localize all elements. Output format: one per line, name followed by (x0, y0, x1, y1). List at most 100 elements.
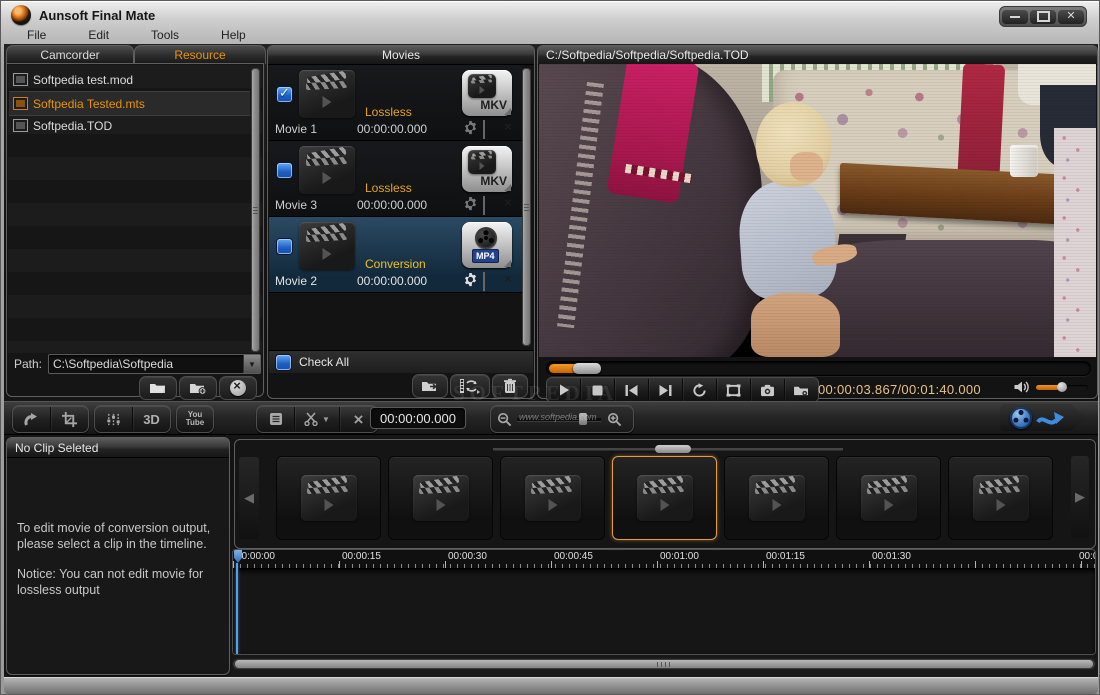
menu-file[interactable]: File (19, 27, 54, 43)
timeline-clip[interactable] (500, 456, 605, 540)
remove-movie-icon[interactable] (501, 121, 517, 136)
close-button[interactable]: ✕ (1058, 9, 1084, 24)
convert-movie-button[interactable] (450, 374, 490, 398)
split-button[interactable]: ▼ (295, 407, 340, 431)
fullscreen-button[interactable] (717, 379, 751, 401)
crop-icon (62, 412, 77, 427)
zoom-out-icon (497, 412, 512, 427)
movies-scrollbar[interactable] (522, 68, 531, 346)
timeline-clip[interactable] (836, 456, 941, 540)
path-label: Path: (14, 357, 42, 371)
3d-button[interactable]: 3D (133, 407, 170, 431)
volume-knob[interactable] (1057, 382, 1067, 392)
seek-handle[interactable] (573, 363, 601, 374)
remove-movie-icon[interactable] (501, 197, 517, 212)
adjust-button[interactable] (95, 407, 133, 431)
snapshot-folder-icon (793, 384, 810, 397)
stop-button[interactable] (581, 379, 615, 401)
format-badge-mkv[interactable]: MKV (462, 70, 512, 116)
tab-camcorder[interactable]: Camcorder (6, 45, 134, 64)
format-badge-mp4[interactable]: MP4 (462, 222, 512, 268)
playhead-line[interactable] (236, 563, 238, 654)
remove-file-button[interactable] (219, 376, 257, 400)
file-row[interactable]: Softpedia test.mod (9, 68, 250, 91)
play-button[interactable] (547, 379, 581, 401)
timeline-clip-selected[interactable] (612, 456, 717, 540)
application-window: Aunsoft Final Mate ✕ File Edit Tools Hel… (0, 0, 1100, 695)
path-dropdown-arrow[interactable]: ▼ (243, 355, 260, 373)
film-reel-icon (1010, 407, 1032, 429)
maximize-button[interactable] (1030, 9, 1056, 24)
timeline-clip[interactable] (388, 456, 493, 540)
youtube-button[interactable]: YouTube (176, 405, 214, 433)
menu-edit[interactable]: Edit (80, 27, 117, 43)
format-badge-mkv[interactable]: MKV (462, 146, 512, 192)
seek-bar[interactable] (546, 361, 1091, 376)
snapshot-button[interactable] (751, 379, 785, 401)
scroll-right-button[interactable]: ▶ (1071, 456, 1089, 538)
settings-gear-icon[interactable] (463, 272, 479, 287)
add-folder-button[interactable] (179, 376, 217, 400)
copy-icon[interactable] (483, 273, 499, 288)
next-frame-button[interactable] (649, 379, 683, 401)
timeline-clip[interactable] (724, 456, 829, 540)
window-controls: ✕ (999, 6, 1087, 27)
file-row[interactable]: Softpedia.TOD (9, 114, 250, 137)
tab-resource[interactable]: Resource (134, 45, 266, 64)
timeline-area: ◀ ▶ 00:00:00 00:00:15 00:00:30 00:00:45 … (230, 437, 1098, 675)
file-list-scrollbar[interactable] (251, 68, 260, 352)
export-button[interactable] (1000, 404, 1086, 431)
clapperboard-icon (973, 475, 1029, 521)
volume-slider[interactable] (1036, 385, 1088, 390)
clapperboard-icon (861, 475, 917, 521)
settings-gear-icon[interactable] (463, 120, 479, 135)
loop-button[interactable] (683, 379, 717, 401)
movie-row-2[interactable]: Lossless Movie 3 00:00:00.000 MKV (269, 141, 522, 217)
crop-button[interactable] (51, 407, 88, 431)
movie-row-1[interactable]: Lossless Movie 1 00:00:00.000 MKV (269, 65, 522, 141)
video-scanlines (539, 64, 1096, 357)
rotate-button[interactable] (13, 407, 51, 431)
source-panel: Camcorder Resource Softpedia test.mod So… (6, 45, 264, 397)
zoom-out-button[interactable] (491, 407, 517, 431)
file-row-selected[interactable]: Softpedia Tested.mts (9, 91, 250, 116)
menu-tools[interactable]: Tools (143, 27, 187, 43)
zoom-group: www.softpedia.com (490, 405, 634, 433)
scroll-left-button[interactable]: ◀ (239, 457, 259, 539)
clip-editor-title: No Clip Seleted (15, 441, 98, 455)
clip-list-button[interactable] (257, 407, 295, 431)
zoom-in-button[interactable] (601, 407, 627, 431)
settings-gear-icon[interactable] (463, 196, 479, 211)
minimize-button[interactable] (1002, 9, 1028, 24)
movie-checkbox-checked[interactable] (277, 87, 292, 102)
copy-icon[interactable] (483, 197, 499, 212)
menu-help[interactable]: Help (213, 27, 254, 43)
movie-thumbnail-clapperboard-icon[interactable] (299, 146, 355, 194)
previous-frame-button[interactable] (615, 379, 649, 401)
zoom-slider[interactable]: www.softpedia.com (517, 410, 601, 428)
export-movie-button[interactable] (412, 374, 448, 398)
timeline-clip[interactable] (276, 456, 381, 540)
open-folder-button[interactable] (139, 376, 177, 400)
chevron-down-icon: ▼ (322, 415, 330, 424)
movie-name: Movie 2 (275, 274, 317, 288)
snapshot-folder-button[interactable] (785, 379, 818, 401)
timeline-clip[interactable] (948, 456, 1053, 540)
time-ruler[interactable]: 00:00:00 00:00:15 00:00:30 00:00:45 00:0… (233, 550, 1095, 568)
filmstrip-scroll-handle[interactable] (655, 445, 691, 453)
filmstrip: ◀ (239, 456, 1053, 540)
volume-icon[interactable] (1013, 379, 1031, 400)
export-folder-icon (421, 379, 439, 394)
remove-movie-icon[interactable] (501, 273, 517, 288)
path-combobox[interactable]: C:\Softpedia\Softpedia ▼ (48, 354, 261, 374)
copy-icon[interactable] (483, 121, 499, 136)
timeline-track[interactable] (233, 568, 1095, 654)
check-all-checkbox[interactable] (276, 355, 291, 370)
timeline-hscroll[interactable] (232, 658, 1096, 670)
delete-movie-button[interactable] (492, 374, 528, 398)
movie-thumbnail-clapperboard-icon[interactable] (299, 222, 355, 270)
movie-checkbox[interactable] (277, 239, 292, 254)
movie-thumbnail-clapperboard-icon[interactable] (299, 70, 355, 118)
movie-row-3-selected[interactable]: Conversion Movie 2 00:00:00.000 MP4 (269, 217, 522, 293)
movie-checkbox[interactable] (277, 163, 292, 178)
